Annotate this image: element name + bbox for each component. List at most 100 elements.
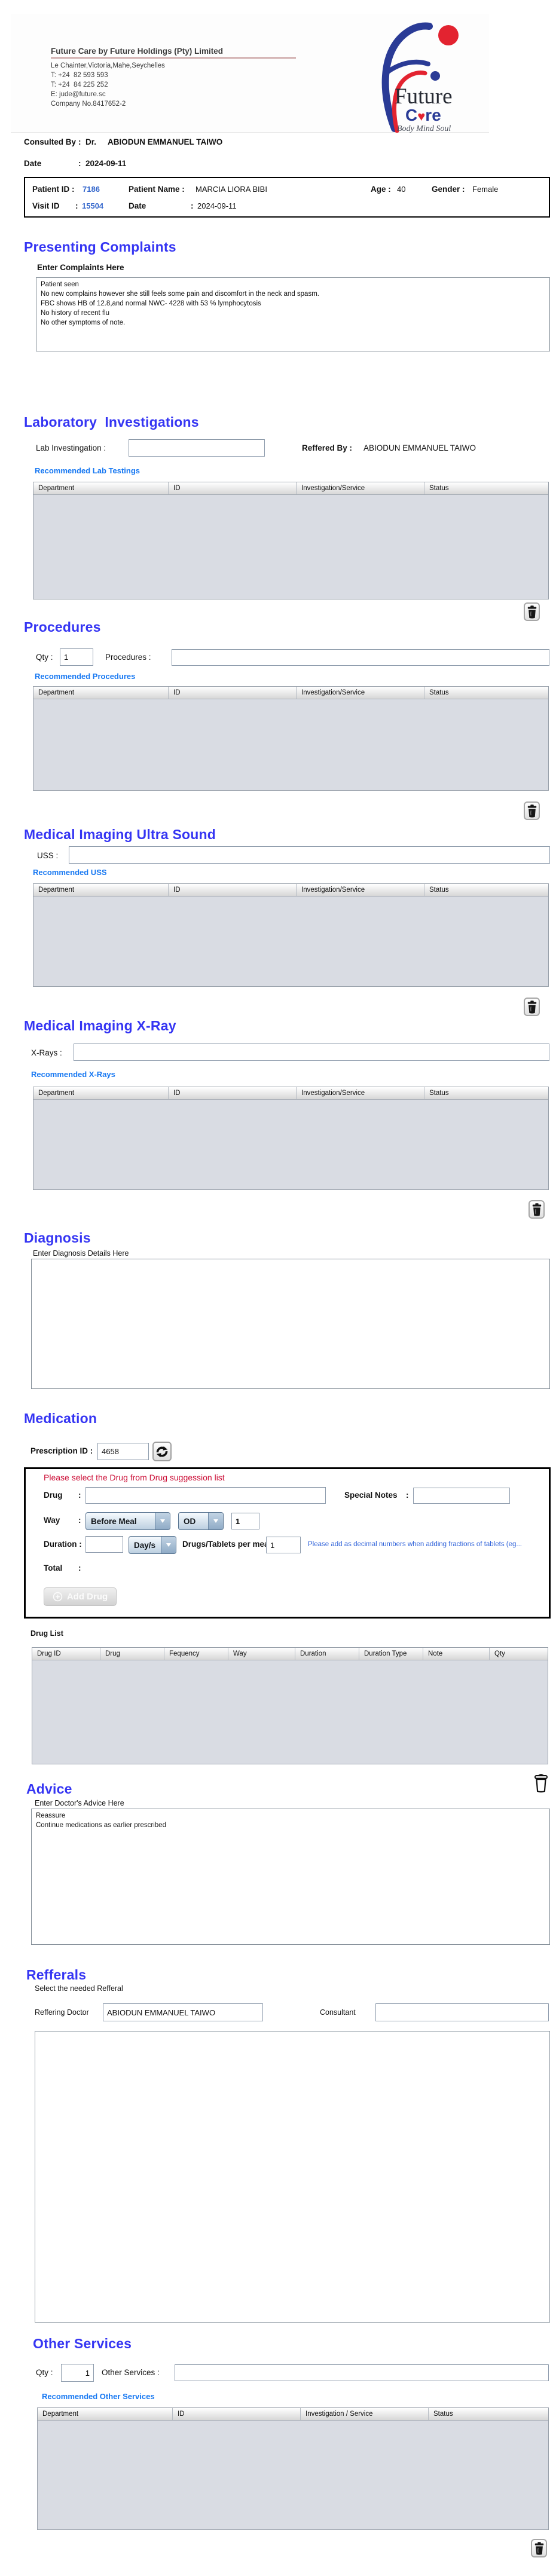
trash-icon xyxy=(534,2541,543,2555)
chevron-down-icon xyxy=(166,1543,171,1547)
lab-testings-table-body[interactable] xyxy=(33,495,548,599)
duration-input[interactable] xyxy=(85,1536,123,1553)
column-header-department: Department xyxy=(33,884,169,896)
column-header-investigation: Investigation/Service xyxy=(297,687,424,699)
referral-listbox[interactable] xyxy=(35,2031,550,2323)
column-header-status: Status xyxy=(429,886,449,894)
dropdown-arrow-button[interactable] xyxy=(155,1513,170,1529)
procedures-qty-input[interactable] xyxy=(60,648,93,666)
delete-xray-button[interactable] xyxy=(528,1200,545,1219)
date-colon: : xyxy=(78,159,81,168)
visit-date-label: Date xyxy=(129,201,146,210)
column-header-id: ID xyxy=(173,2408,301,2420)
uss-table-body[interactable] xyxy=(33,897,548,986)
drug-entry-panel: Please select the Drug from Drug suggess… xyxy=(24,1467,551,1619)
column-header-status: Status xyxy=(429,485,449,492)
xray-table-body[interactable] xyxy=(33,1100,548,1189)
refresh-prescription-button[interactable] xyxy=(152,1442,172,1461)
dropdown-arrow-button[interactable] xyxy=(161,1537,176,1553)
age-value: 40 xyxy=(397,185,406,194)
section-title-advice: Advice xyxy=(26,1781,72,1797)
add-drug-button[interactable]: Add Drug xyxy=(44,1587,117,1606)
procedures-table: Department ID Investigation/Service Stat… xyxy=(33,686,549,791)
frequency-dropdown[interactable]: OD xyxy=(178,1512,224,1530)
svg-text:Body Mind Soul: Body Mind Soul xyxy=(397,124,451,133)
per-meal-input[interactable] xyxy=(266,1537,301,1553)
uss-input[interactable] xyxy=(69,846,550,864)
recommended-lab-testings-label: Recommended Lab Testings xyxy=(35,466,140,475)
recommended-other-services-label: Recommended Other Services xyxy=(42,2392,155,2401)
column-header-frequency: Fequency xyxy=(164,1648,228,1660)
company-name: Future Care by Future Holdings (Pty) Lim… xyxy=(51,47,224,56)
section-title-ultrasound: Medical Imaging Ultra Sound xyxy=(24,827,216,842)
referring-doctor-input[interactable] xyxy=(103,2003,263,2021)
delete-other-service-button[interactable] xyxy=(531,2539,547,2557)
drug-list-table-body[interactable] xyxy=(32,1660,548,1764)
drug-list-table: Drug ID Drug Fequency Way Duration Durat… xyxy=(32,1647,548,1764)
complaints-textarea[interactable]: Patient seen No new complains however sh… xyxy=(36,277,550,351)
advice-textarea[interactable]: Reassure Continue medications as earlier… xyxy=(31,1809,550,1945)
add-drug-button-label: Add Drug xyxy=(66,1592,108,1602)
drug-label: Drug xyxy=(44,1491,63,1500)
special-notes-input[interactable] xyxy=(413,1488,510,1504)
delete-advice-button[interactable] xyxy=(530,1770,552,1797)
consulted-by-row: Consulted By : Dr. ABIODUN EMMANUEL TAIW… xyxy=(0,137,556,149)
patient-id-label: Patient ID : xyxy=(32,185,75,194)
trash-icon xyxy=(527,1000,536,1014)
patient-name-value: MARCIA LIORA BIBI xyxy=(195,185,267,194)
column-header-investigation: Investigation/Service xyxy=(297,1087,424,1099)
consult-date-row: Date : 2024-09-11 xyxy=(0,159,556,171)
meal-timing-selected-value: Before Meal xyxy=(91,1516,137,1526)
section-title-referrals: Refferals xyxy=(26,1967,87,1983)
procedures-input[interactable] xyxy=(172,649,549,666)
decimal-hint-note: Please add as decimal numbers when addin… xyxy=(308,1541,522,1548)
column-header-id: ID xyxy=(169,687,297,699)
other-qty-input[interactable] xyxy=(61,2364,94,2382)
procedures-field-label: Procedures : xyxy=(105,653,151,662)
patient-id-value: 7186 xyxy=(83,185,100,194)
advice-hint-label: Enter Doctor's Advice Here xyxy=(35,1799,124,1807)
column-header-id: ID xyxy=(169,1087,297,1099)
column-header-drug-id: Drug ID xyxy=(32,1648,100,1660)
consultant-input[interactable] xyxy=(375,2003,549,2021)
diagnosis-hint-label: Enter Diagnosis Details Here xyxy=(33,1249,129,1258)
column-header-duration-type: Duration Type xyxy=(359,1648,423,1660)
special-notes-label: Special Notes xyxy=(344,1491,398,1500)
column-header-duration: Duration xyxy=(295,1648,359,1660)
xray-input[interactable] xyxy=(74,1044,549,1061)
column-header-status: Status xyxy=(433,2410,453,2418)
other-services-input[interactable] xyxy=(175,2364,549,2381)
frequency-selected-value: OD xyxy=(184,1516,196,1526)
other-services-table-body[interactable] xyxy=(38,2421,548,2529)
total-label: Total xyxy=(44,1564,63,1572)
meal-timing-dropdown[interactable]: Before Meal xyxy=(85,1512,170,1530)
visit-date-colon: : xyxy=(191,201,194,210)
way-qty-input[interactable] xyxy=(231,1513,259,1529)
duration-unit-dropdown[interactable]: Day/s xyxy=(129,1536,176,1554)
diagnosis-textarea[interactable] xyxy=(31,1259,550,1389)
address-line: E: jude@future.sc xyxy=(51,91,106,98)
drug-suggestion-warning: Please select the Drug from Drug suggess… xyxy=(44,1473,225,1482)
drug-list-label: Drug List xyxy=(30,1629,63,1638)
lab-investigation-input[interactable] xyxy=(129,439,265,457)
prescription-id-input[interactable] xyxy=(97,1443,149,1460)
delete-uss-button[interactable] xyxy=(524,998,540,1016)
drug-input[interactable] xyxy=(85,1487,326,1504)
consultation-form-page: { "colors": { "heading_blue": "#3535f3",… xyxy=(0,0,556,2576)
procedures-table-body[interactable] xyxy=(33,699,548,790)
dropdown-arrow-button[interactable] xyxy=(208,1513,223,1529)
column-header-qty: Qty xyxy=(494,1650,505,1657)
consulting-doctor-name: ABIODUN EMMANUEL TAIWO xyxy=(108,137,223,146)
way-colon: : xyxy=(78,1516,81,1525)
section-title-other-services: Other Services xyxy=(33,2336,132,2351)
section-title-diagnosis: Diagnosis xyxy=(24,1230,91,1246)
column-header-department: Department xyxy=(33,1087,169,1099)
refresh-icon xyxy=(156,1446,168,1457)
visit-date-value: 2024-09-11 xyxy=(197,201,237,210)
delete-procedure-button[interactable] xyxy=(524,801,540,820)
delete-lab-item-button[interactable] xyxy=(524,602,540,621)
other-services-table: Department ID Investigation / Service St… xyxy=(37,2407,549,2530)
xray-table: Department ID Investigation/Service Stat… xyxy=(33,1087,549,1190)
column-header-id: ID xyxy=(169,482,297,494)
prescription-id-label: Prescription ID : xyxy=(30,1446,93,1455)
